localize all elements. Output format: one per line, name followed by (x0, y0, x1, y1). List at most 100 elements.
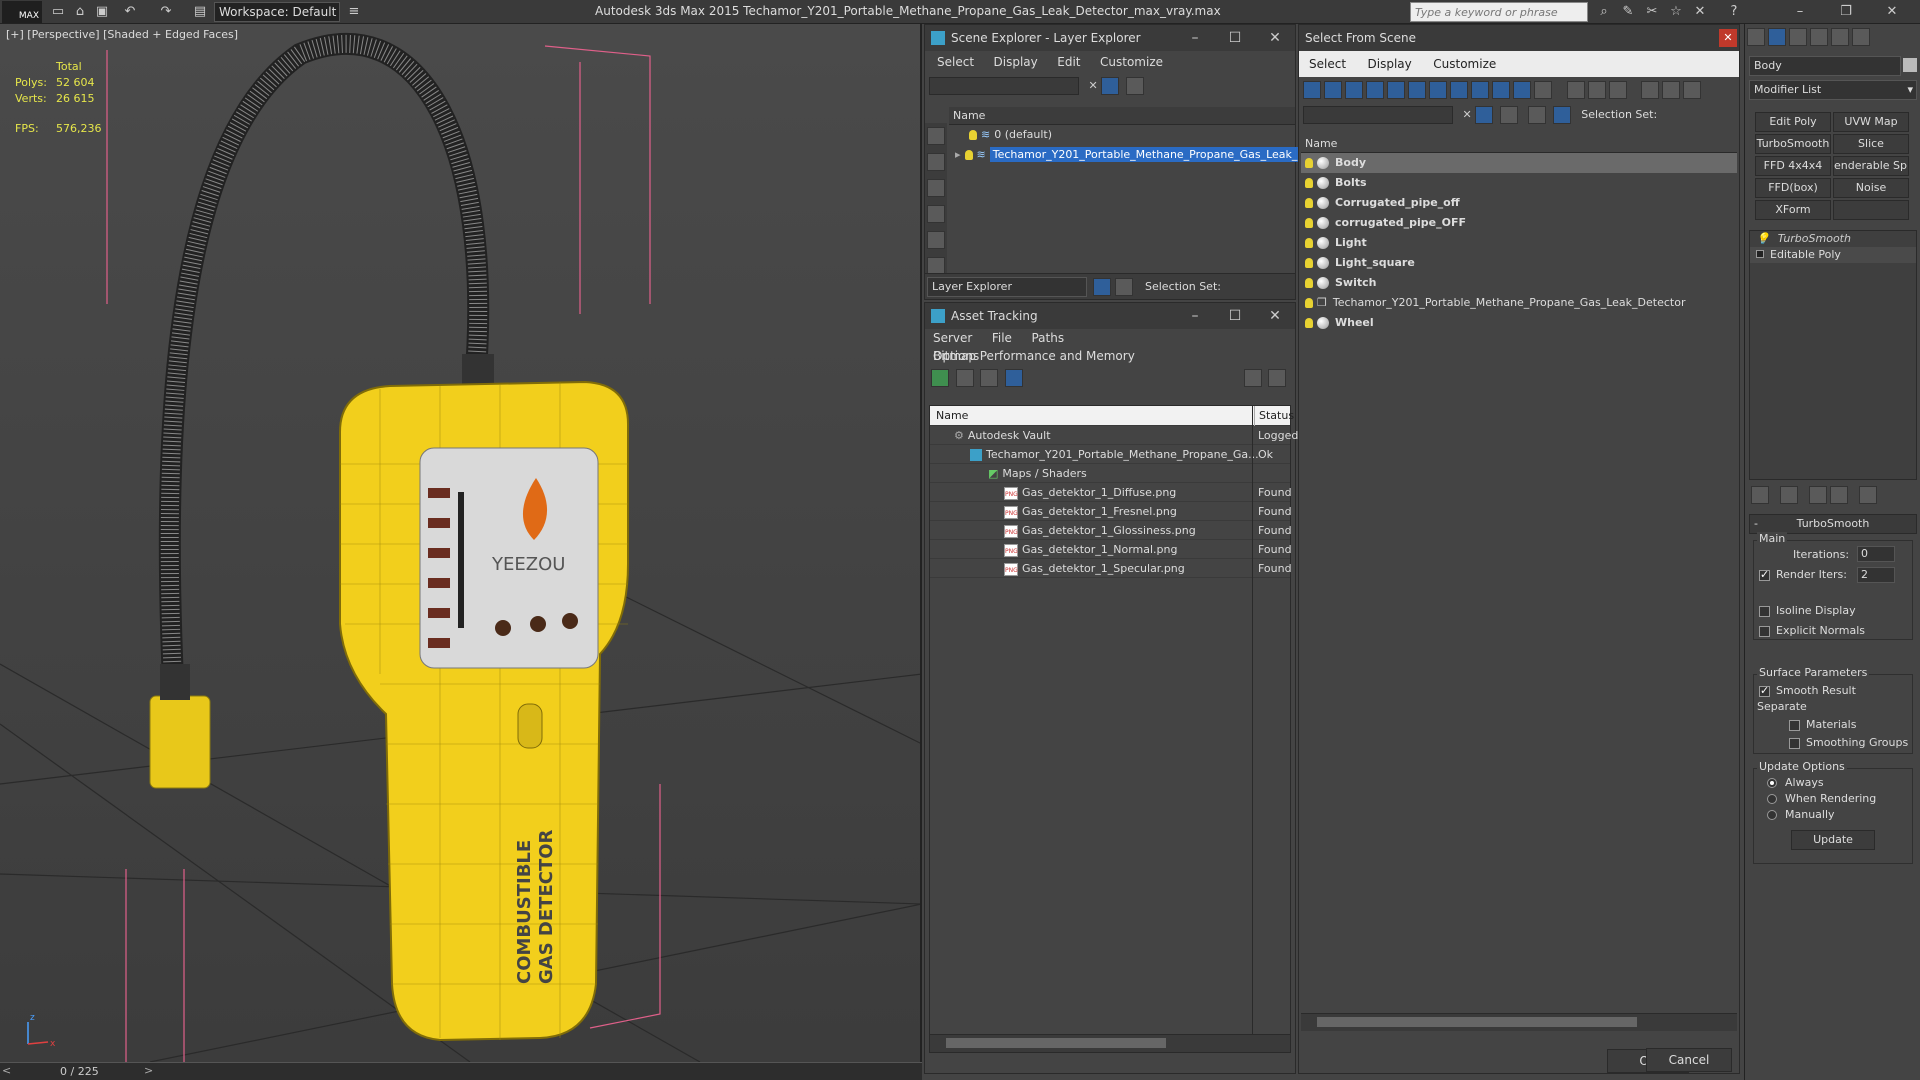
light-bulb-icon[interactable] (1305, 218, 1313, 228)
save-icon[interactable]: ▣ (92, 3, 112, 21)
modify-tab-icon[interactable] (1768, 28, 1786, 46)
asset-row[interactable]: PNG Gas_detektor_1_Normal.png Found (930, 540, 1292, 559)
modifier-list-dropdown[interactable]: Modifier List ▾ (1749, 80, 1917, 100)
maximize-icon[interactable]: ☐ (1215, 303, 1255, 329)
light-bulb-icon[interactable] (964, 150, 973, 160)
time-slider[interactable]: < 0 / 225 > (0, 1062, 922, 1080)
workspace-menu-icon[interactable]: ≡ (344, 3, 364, 21)
smoothing-groups-row[interactable]: Smoothing Groups (1789, 736, 1908, 749)
filter-groups-icon[interactable] (1429, 81, 1447, 99)
layer-explorer-icon[interactable] (1528, 106, 1547, 124)
minimize-icon[interactable]: – (1175, 25, 1215, 51)
menu-select[interactable]: Select (1309, 51, 1346, 77)
filter-xrefs-icon[interactable] (1450, 81, 1468, 99)
communication-icon[interactable]: ✂ (1642, 3, 1662, 21)
object-color-swatch[interactable] (1903, 58, 1917, 72)
scrollbar-thumb[interactable] (946, 1038, 1166, 1048)
clear-search-icon[interactable]: ✕ (1463, 108, 1472, 121)
filter-cameras-icon[interactable] (1366, 81, 1384, 99)
menu-file[interactable]: File (992, 329, 1012, 347)
exchange-icon[interactable]: ✕ (1690, 3, 1710, 21)
menu-display[interactable]: Display (1368, 51, 1412, 77)
redo-icon[interactable]: ↷ (156, 3, 176, 21)
object-row[interactable]: Wheel (1301, 313, 1737, 333)
column-header-name[interactable]: Name (1301, 135, 1737, 153)
make-unique-icon[interactable] (1809, 486, 1827, 504)
filter-icon[interactable] (1101, 77, 1120, 95)
asset-row[interactable]: Techamor_Y201_Portable_Methane_Propane_G… (930, 445, 1290, 464)
hierarchy-toggle-icon[interactable] (1115, 278, 1133, 296)
hierarchy-icon[interactable] (1662, 81, 1680, 99)
find-input[interactable] (929, 77, 1079, 95)
favorites-icon[interactable]: ☆ (1666, 3, 1686, 21)
help-icon[interactable]: ? (1724, 3, 1744, 21)
menu-display[interactable]: Display (994, 51, 1038, 73)
display-cameras-icon[interactable] (927, 205, 945, 223)
stack-item[interactable]: Editable Poly (1750, 247, 1916, 263)
collapse-icon[interactable]: - (1754, 515, 1758, 533)
filter-containers-icon[interactable] (1492, 81, 1510, 99)
asset-row[interactable]: ◩ Maps / Shaders (930, 464, 1290, 483)
app-logo[interactable]: MAX (2, 1, 42, 23)
light-bulb-icon[interactable] (1305, 198, 1313, 208)
maximize-icon[interactable]: ☐ (1215, 25, 1255, 51)
close-icon[interactable]: ✕ (1882, 3, 1902, 21)
ffd-4x4x4-button[interactable]: FFD 4x4x4 (1755, 156, 1831, 176)
isoline-row[interactable]: Isoline Display (1759, 604, 1856, 617)
motion-tab-icon[interactable] (1810, 28, 1828, 46)
smoothing-groups-checkbox[interactable] (1789, 737, 1800, 749)
search-input[interactable]: Type a keyword or phrase (1410, 2, 1588, 22)
object-row[interactable]: Corrugated_pipe_off (1301, 193, 1737, 213)
object-row[interactable]: Switch (1301, 273, 1737, 293)
close-icon[interactable]: ✕ (1719, 29, 1737, 47)
column-header-status[interactable]: Status (1254, 406, 1294, 426)
utilities-tab-icon[interactable] (1852, 28, 1870, 46)
light-bulb-icon[interactable] (1305, 178, 1313, 188)
asset-row[interactable]: PNG Gas_detektor_1_Fresnel.png Found (930, 502, 1292, 521)
asset-row[interactable]: PNG Gas_detektor_1_Specular.png Found (930, 559, 1292, 578)
iterations-spinner[interactable]: 0 (1857, 546, 1895, 562)
empty-modifier-button[interactable] (1833, 200, 1909, 220)
open-file-icon[interactable]: ⌂ (70, 3, 90, 21)
viewport-label[interactable]: [+] [Perspective] [Shaded + Edged Faces] (6, 28, 238, 41)
funnel-icon[interactable] (1641, 81, 1659, 99)
filter-shapes-icon[interactable] (1324, 81, 1342, 99)
object-row[interactable]: ❒ Techamor_Y201_Portable_Methane_Propane_… (1301, 293, 1737, 313)
stack-item[interactable]: 💡 TurboSmooth (1750, 231, 1916, 247)
object-row[interactable]: Light_square (1301, 253, 1737, 273)
manually-row[interactable]: Manually (1767, 808, 1835, 821)
table-view-icon[interactable] (1004, 369, 1023, 387)
smooth-result-row[interactable]: Smooth Result (1759, 684, 1856, 697)
horizontal-scrollbar[interactable] (1301, 1013, 1737, 1031)
display-helpers-icon[interactable] (927, 231, 945, 249)
scene-explorer-titlebar[interactable]: Scene Explorer - Layer Explorer – ☐ ✕ (925, 25, 1295, 51)
object-row[interactable]: Light (1301, 233, 1737, 253)
scrollbar-thumb[interactable] (1317, 1017, 1637, 1027)
display-lights-icon[interactable] (927, 179, 945, 197)
layer-row[interactable]: ≋ 0 (default) (949, 125, 1295, 145)
menu-server[interactable]: Server (933, 329, 972, 347)
display-shapes-icon[interactable] (927, 153, 945, 171)
layer-row-selected[interactable]: ▸ ≋ Techamor_Y201_Portable_Methane_Propane… (949, 145, 1311, 165)
subscription-icon[interactable]: ✎ (1618, 3, 1638, 21)
filter-geometry-icon[interactable] (1303, 81, 1321, 99)
asset-row[interactable]: ⚙ Autodesk Vault Logged (930, 426, 1298, 445)
menu-customize[interactable]: Customize (1433, 51, 1496, 77)
select-none-icon[interactable] (1587, 81, 1606, 99)
isoline-checkbox[interactable] (1759, 605, 1770, 617)
always-radio[interactable] (1767, 778, 1777, 788)
turbosmooth-button[interactable]: TurboSmooth (1755, 134, 1831, 154)
show-end-result-icon[interactable] (1780, 486, 1798, 504)
workspace-dropdown[interactable]: Workspace: Default (214, 2, 340, 22)
materials-checkbox[interactable] (1789, 719, 1800, 731)
horizontal-scrollbar[interactable] (930, 1034, 1290, 1052)
ffd-box-button[interactable]: FFD(box) (1755, 178, 1831, 198)
display-children-icon[interactable] (1683, 81, 1701, 99)
find-input[interactable] (1303, 106, 1453, 124)
menu-edit[interactable]: Edit (1057, 51, 1080, 73)
light-bulb-icon[interactable]: 💡 (1756, 231, 1770, 247)
render-iters-spinner[interactable]: 2 (1857, 567, 1895, 583)
light-bulb-icon[interactable] (1305, 158, 1313, 168)
new-file-icon[interactable]: ▭ (48, 3, 68, 21)
create-tab-icon[interactable] (1747, 28, 1765, 46)
